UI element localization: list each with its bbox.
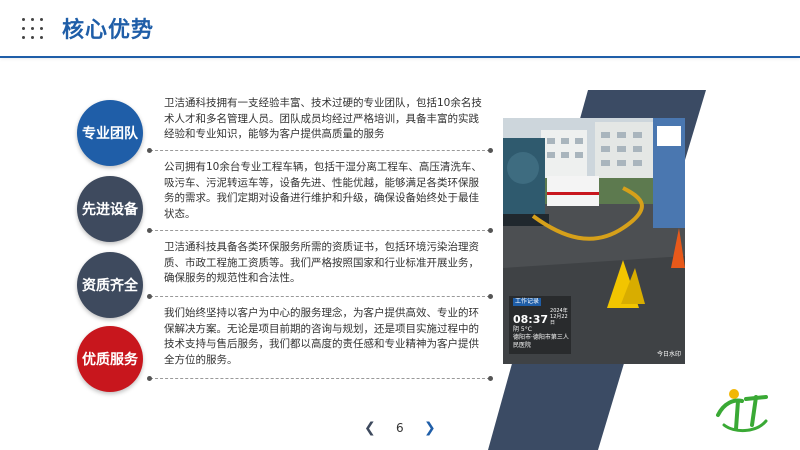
next-page-button[interactable]: ❯ xyxy=(424,420,436,436)
divider-dot xyxy=(147,294,152,299)
advantage-text-service: 我们始终坚持以客户为中心的服务理念，为客户提供高效、专业的环保解决方案。无论是项… xyxy=(164,307,479,366)
divider-dot xyxy=(488,376,493,381)
photo-badge: 工作记录 xyxy=(513,298,542,306)
chevron-left-icon: ❮ xyxy=(364,420,376,436)
photo-weather: 阴 5°C xyxy=(513,326,532,333)
advantage-text-qualification: 卫洁通科技具备各类环保服务所需的资质证书，包括环境污染治理资质、市政工程施工资质… xyxy=(164,241,479,284)
divider-dot xyxy=(147,148,152,153)
chevron-right-icon: ❯ xyxy=(424,420,436,436)
header: 核心优势 xyxy=(0,0,800,56)
advantage-label: 优质服务 xyxy=(82,352,138,368)
advantage-text-equipment: 公司拥有10余台专业工程车辆，包括干湿分离工程车、高压清洗车、吸污车、污泥转运车… xyxy=(164,161,482,220)
photo-time: 08:37 xyxy=(513,313,549,326)
photo-location: 德阳市·德阳市第三人民医院 xyxy=(513,334,569,349)
divider xyxy=(150,150,490,151)
prev-page-button[interactable]: ❮ xyxy=(364,420,376,436)
divider xyxy=(150,378,490,379)
divider-dot xyxy=(488,148,493,153)
divider xyxy=(150,296,490,297)
advantage-badge-qualification: 资质齐全 xyxy=(77,252,143,318)
divider-dot xyxy=(147,228,152,233)
divider-dot xyxy=(488,294,493,299)
work-site-photo: 工作记录 08:37 2024年12月22日 阴 5°C 德阳市·德阳市第三人民… xyxy=(503,118,685,364)
advantage-badge-team: 专业团队 xyxy=(77,100,143,166)
grid-dots-icon xyxy=(22,18,48,40)
company-logo xyxy=(716,389,768,432)
divider-dot xyxy=(147,376,152,381)
page-title: 核心优势 xyxy=(62,18,155,43)
header-divider xyxy=(0,56,800,58)
advantage-label: 专业团队 xyxy=(82,126,138,142)
advantage-badge-equipment: 先进设备 xyxy=(77,176,143,242)
advantage-text-team: 卫洁通科技拥有一支经验丰富、技术过硬的专业团队，包括10余名技术人才和多名管理人… xyxy=(164,97,482,140)
advantage-label: 资质齐全 xyxy=(82,278,138,294)
photo-watermark: 今日水印 xyxy=(656,351,681,358)
page-number: 6 xyxy=(396,421,404,435)
divider-dot xyxy=(488,228,493,233)
divider xyxy=(150,230,490,231)
photo-date: 2024年12月22日 xyxy=(550,308,568,326)
advantage-badge-service: 优质服务 xyxy=(77,326,143,392)
advantage-label: 先进设备 xyxy=(82,202,138,218)
